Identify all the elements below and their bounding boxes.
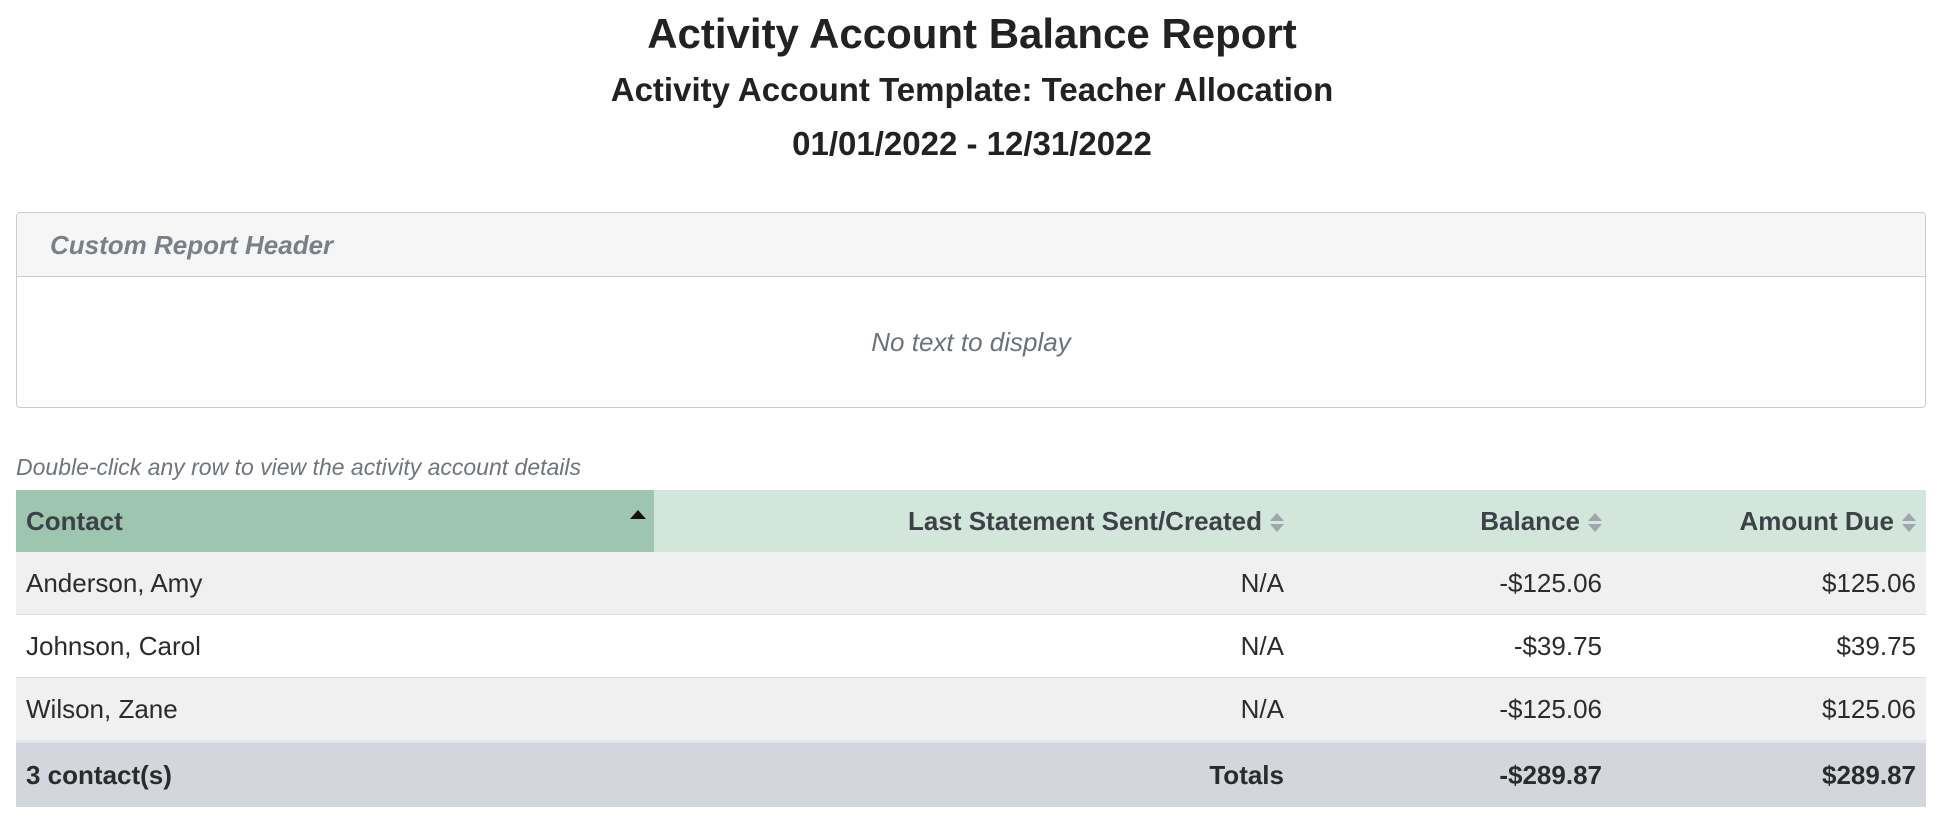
sort-icon xyxy=(1588,512,1602,534)
totals-row: 3 contact(s) Totals -$289.87 $289.87 xyxy=(16,740,1926,807)
custom-report-header-title: Custom Report Header xyxy=(17,213,1925,277)
cell-contact: Anderson, Amy xyxy=(16,552,654,615)
totals-count: 3 contact(s) xyxy=(16,740,654,807)
sort-icon xyxy=(1270,512,1284,534)
cell-balance: -$125.06 xyxy=(1294,677,1612,742)
totals-balance: -$289.87 xyxy=(1294,740,1612,807)
table-row[interactable]: Anderson, Amy N/A -$125.06 $125.06 xyxy=(16,552,1926,615)
table-row[interactable]: Johnson, Carol N/A -$39.75 $39.75 xyxy=(16,614,1926,678)
column-header-label: Last Statement Sent/Created xyxy=(908,505,1262,536)
column-header-balance[interactable]: Balance xyxy=(1294,490,1612,552)
report-subtitle: Activity Account Template: Teacher Alloc… xyxy=(610,71,1334,108)
column-header-label: Contact xyxy=(26,505,123,536)
totals-label: Totals xyxy=(654,740,1294,807)
column-header-label: Balance xyxy=(1480,505,1580,536)
totals-amount-due: $289.87 xyxy=(1612,740,1926,807)
sort-ascending-icon xyxy=(630,510,646,519)
cell-contact: Johnson, Carol xyxy=(16,614,654,678)
report-title: Activity Account Balance Report xyxy=(647,10,1297,57)
cell-last-statement: N/A xyxy=(654,677,1294,742)
column-header-last-statement[interactable]: Last Statement Sent/Created xyxy=(654,490,1294,552)
cell-amount-due: $125.06 xyxy=(1612,677,1926,742)
table-header-row: Contact Last Statement Sent/Created Bala… xyxy=(16,490,1926,552)
custom-report-header-panel: Custom Report Header No text to display xyxy=(16,212,1926,408)
row-hint: Double-click any row to view the activit… xyxy=(16,454,582,480)
column-header-amount-due[interactable]: Amount Due xyxy=(1612,490,1926,552)
custom-report-header-body: No text to display xyxy=(871,326,1071,357)
cell-amount-due: $125.06 xyxy=(1612,552,1926,615)
cell-balance: -$39.75 xyxy=(1294,614,1612,678)
column-header-contact[interactable]: Contact xyxy=(16,490,654,552)
column-header-label: Amount Due xyxy=(1739,505,1894,536)
cell-amount-due: $39.75 xyxy=(1612,614,1926,678)
table-row[interactable]: Wilson, Zane N/A -$125.06 $125.06 xyxy=(16,677,1926,742)
balance-table: Contact Last Statement Sent/Created Bala… xyxy=(16,490,1926,807)
cell-last-statement: N/A xyxy=(654,614,1294,678)
sort-icon xyxy=(1902,512,1916,534)
cell-last-statement: N/A xyxy=(654,552,1294,615)
report-date-range: 01/01/2022 - 12/31/2022 xyxy=(792,125,1152,162)
cell-balance: -$125.06 xyxy=(1294,552,1612,615)
cell-contact: Wilson, Zane xyxy=(16,677,654,742)
